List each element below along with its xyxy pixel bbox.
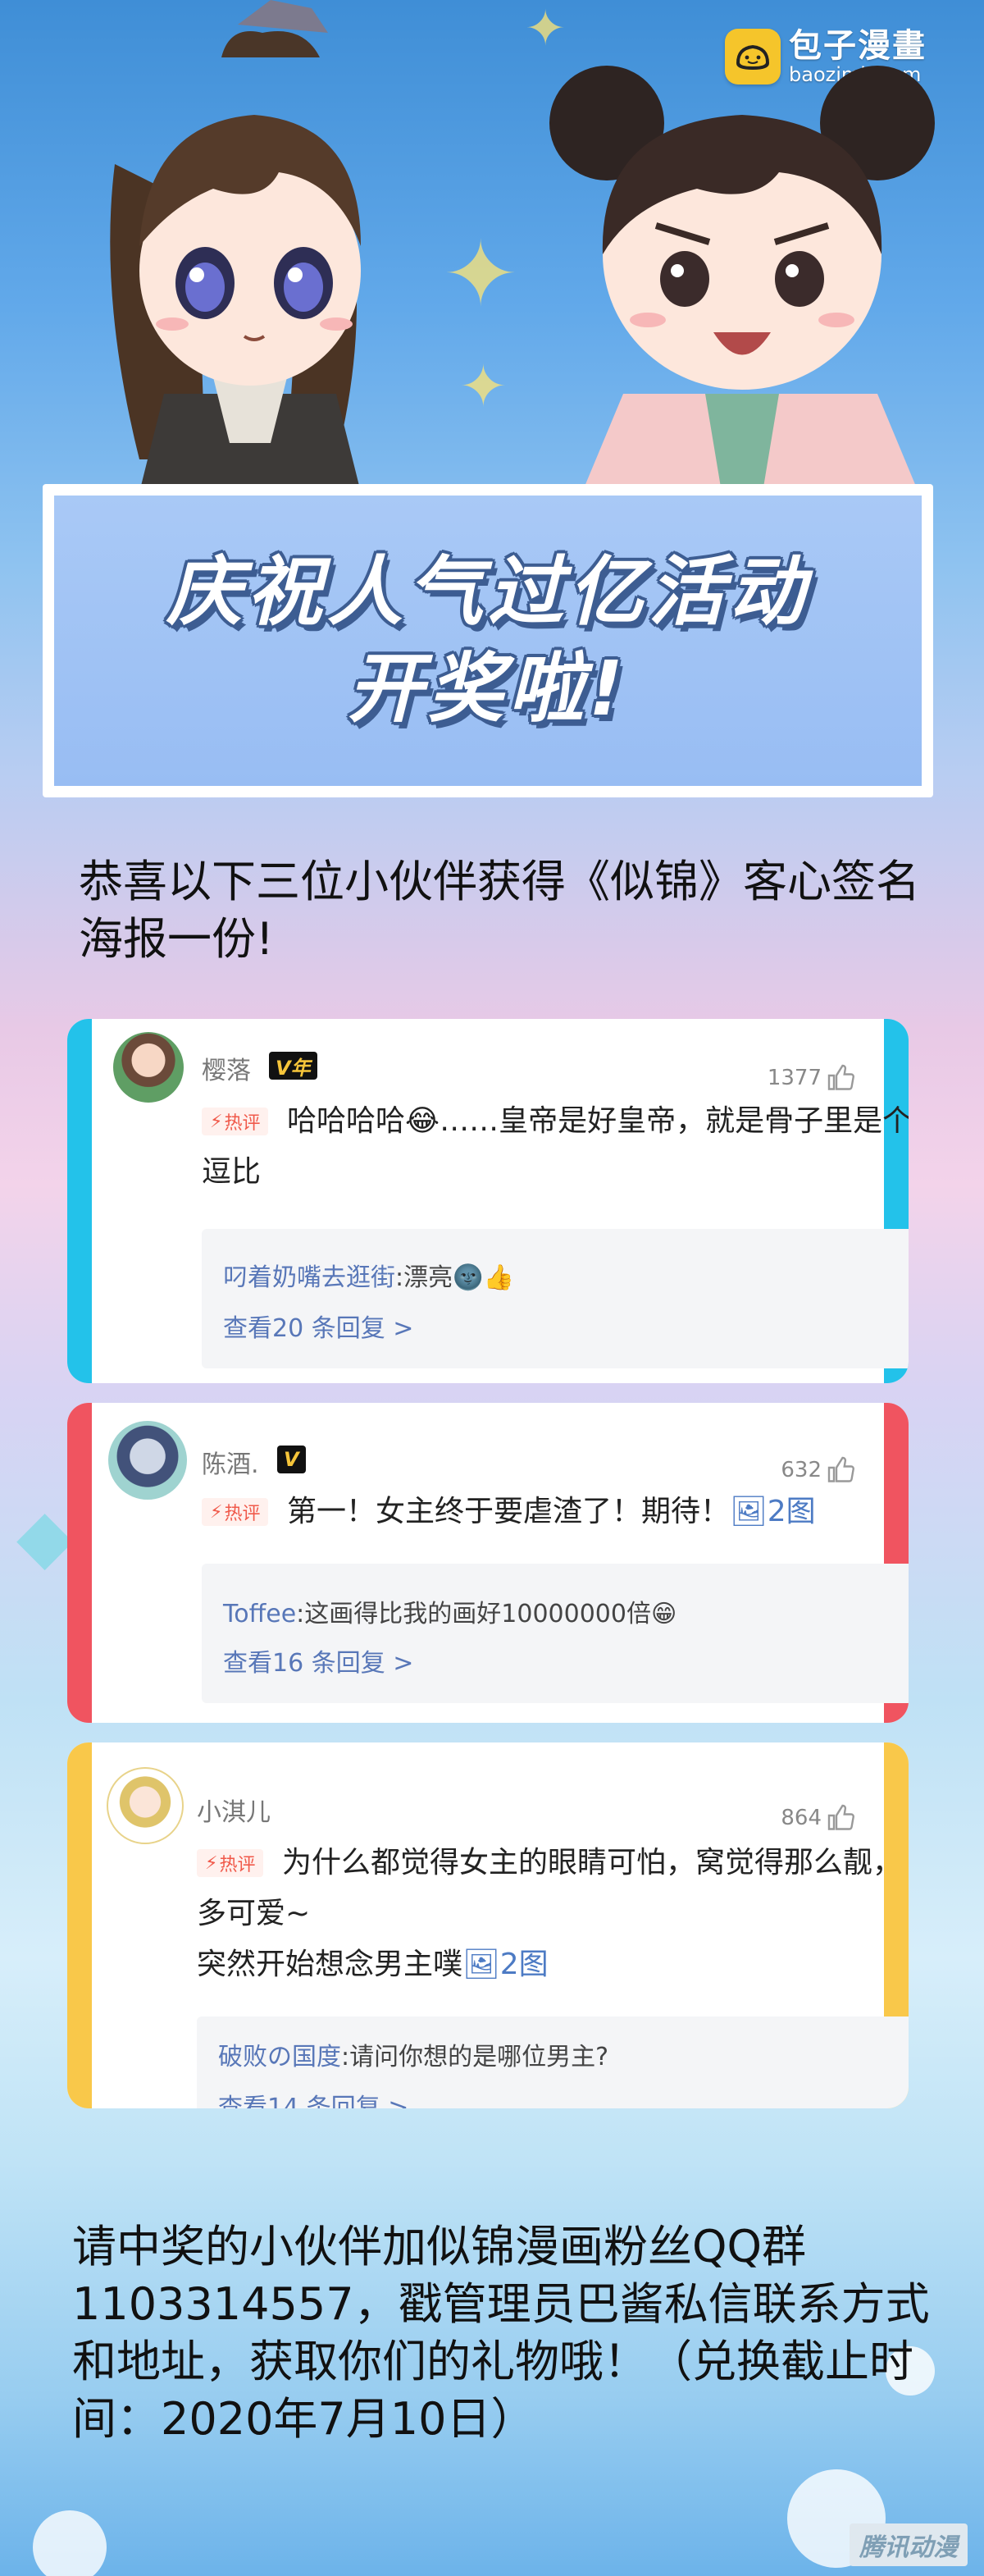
- comment-card: 小淇儿 864 ⚡ 热评 为什么都觉得女主的眼睛可怕，窝觉得那么靓，多可爱~ 突然…: [67, 1742, 909, 2108]
- comment-text: 第一！女主终于要虐渣了！期待！: [287, 1495, 731, 1528]
- card-accent-left: [67, 1019, 92, 1383]
- image-attachment-link[interactable]: 🖼2图: [730, 1495, 816, 1528]
- reply-text: :漂亮🌚👍: [395, 1263, 514, 1292]
- banner-title-line1: 庆祝人气过亿活动: [166, 548, 809, 636]
- reply-username[interactable]: 叼着奶嘴去逛街: [223, 1263, 395, 1292]
- reply-line: Toffee:这画得比我的画好10000000倍😁: [223, 1593, 676, 1629]
- avatar[interactable]: [108, 1421, 187, 1500]
- comment-text-line2: 突然开始想念男主噗🖼2图: [197, 1939, 909, 1990]
- view-replies-link[interactable]: 查看14 条回复 >: [218, 2087, 408, 2108]
- bokeh-dot: [33, 2510, 107, 2576]
- comment-text: 哈哈哈哈😂……皇帝是好皇帝，就是骨子里是个逗比: [202, 1104, 909, 1189]
- male-character-illustration: [110, 0, 361, 492]
- image-attachment-link[interactable]: 🖼2图: [462, 1948, 549, 1981]
- comment-username[interactable]: 樱落: [202, 1050, 251, 1086]
- avatar[interactable]: [113, 1032, 184, 1103]
- like-number: 864: [781, 1806, 822, 1830]
- comment-username[interactable]: 小淇儿: [197, 1792, 271, 1828]
- comment-card: 陈酒. V 632 ⚡ 热评 第一！女主终于要虐渣了！期待！🖼2图 Toffee:…: [67, 1403, 909, 1723]
- comment-username[interactable]: 陈酒.: [202, 1444, 259, 1480]
- reply-box: 破败の国度:请问你想的是哪位男主? 查看14 条回复 >: [197, 2016, 909, 2108]
- reply-line: 叼着奶嘴去逛街:漂亮🌚👍: [223, 1257, 514, 1293]
- view-replies-link[interactable]: 查看16 条回复 >: [223, 1642, 413, 1679]
- vip-badge: V年: [269, 1052, 317, 1080]
- like-number: 632: [781, 1458, 822, 1482]
- banner-title-line2: 开奖啦!: [348, 645, 628, 733]
- star-icon: ✦: [443, 222, 519, 327]
- reply-text: :这画得比我的画好10000000倍😁: [296, 1600, 677, 1628]
- like-number: 1377: [767, 1066, 822, 1090]
- female-character-illustration: [549, 66, 935, 492]
- thumbs-up-icon: [827, 1804, 854, 1830]
- comment-text-2: 突然开始想念男主噗: [197, 1948, 463, 1981]
- avatar[interactable]: [107, 1767, 184, 1844]
- reply-box: Toffee:这画得比我的画好10000000倍😁 查看16 条回复 >: [202, 1564, 909, 1703]
- reply-text: :请问你想的是哪位男主?: [341, 2043, 609, 2071]
- like-count[interactable]: 632: [781, 1455, 856, 1485]
- vip-badge: V: [277, 1446, 306, 1473]
- comment-text: 为什么都觉得女主的眼睛可怕，窝觉得那么靓，多可爱~: [197, 1846, 903, 1930]
- comment-card: 樱落 V年 1377 ⚡ 热评 哈哈哈哈😂……皇帝是好皇帝，就是骨子里是个逗比 叼…: [67, 1019, 909, 1383]
- star-icon: ✦: [459, 353, 508, 420]
- page: ✦ ✦ ✦ ◆ 包子漫畫 baozimh.com: [0, 0, 984, 2576]
- like-count[interactable]: 864: [781, 1803, 856, 1833]
- reply-username[interactable]: Toffee: [223, 1600, 296, 1628]
- diamond-icon: ◆: [16, 1493, 74, 1579]
- bottom-watermark: 腾讯动漫: [850, 2523, 968, 2566]
- reply-username[interactable]: 破败の国度: [218, 2043, 341, 2071]
- like-count[interactable]: 1377: [768, 1063, 856, 1093]
- intro-text: 恭喜以下三位小伙伴获得《似锦》客心签名海报一份!: [79, 856, 920, 965]
- thumbs-up-icon: [827, 1456, 854, 1482]
- card-accent-left: [67, 1403, 92, 1723]
- reply-line: 破败の国度:请问你想的是哪位男主?: [218, 2036, 608, 2072]
- title-banner: 庆祝人气过亿活动 开奖啦!: [43, 484, 933, 797]
- card-accent-left: [67, 1742, 92, 2108]
- thumbs-up-icon: [827, 1064, 854, 1090]
- comment-text-block: 第一！女主终于要虐渣了！期待！🖼2图: [202, 1487, 909, 1537]
- outro-text: 请中奖的小伙伴加似锦漫画粉丝QQ群1103314557，戳管理员巴酱私信联系方式…: [72, 2221, 930, 2445]
- view-replies-link[interactable]: 查看20 条回复 >: [223, 1308, 413, 1344]
- reply-box: 叼着奶嘴去逛街:漂亮🌚👍 查看20 条回复 >: [202, 1229, 909, 1368]
